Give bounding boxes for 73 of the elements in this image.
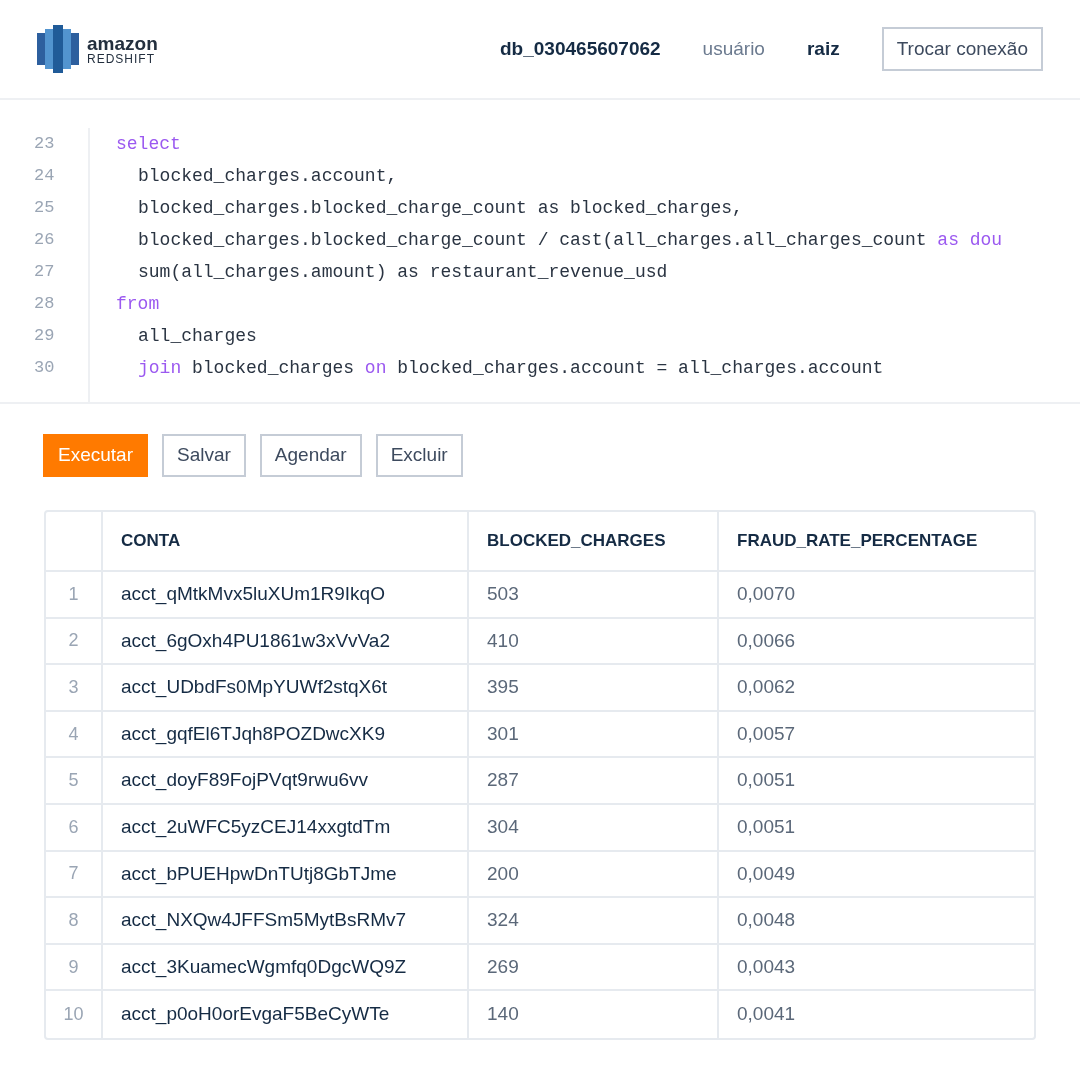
table-cell-text: 395 bbox=[487, 675, 519, 700]
table-cell-text: 324 bbox=[487, 908, 519, 933]
row-number: 10 bbox=[63, 1003, 84, 1027]
row-number: 1 bbox=[68, 582, 79, 606]
code-text: all_charges bbox=[138, 325, 257, 348]
table-cell-text: acct_2uWFC5yzCEJ14xxgtdTm bbox=[121, 815, 391, 840]
action-button[interactable]: Salvar bbox=[162, 434, 246, 477]
table-cell-text: acct_NXQw4JFFSm5MytBsRMv7 bbox=[121, 908, 407, 933]
row-number: 2 bbox=[68, 629, 79, 653]
table-cell-text: 200 bbox=[487, 861, 519, 886]
table-cell-text: 0,0041 bbox=[737, 1002, 796, 1027]
code-text: sum(all_charges.amount) as restaurant_revenue_usd bbox=[138, 261, 668, 284]
switch-connection-button[interactable]: Trocar conexão bbox=[881, 27, 1043, 71]
code-text: blocked_charges.account = all_charges.account bbox=[396, 357, 884, 380]
table-cell-text: acct_bPUEHpwDnTUtj8GbTJme bbox=[121, 861, 397, 887]
row-number: 4 bbox=[68, 722, 79, 746]
table-cell-text: 0,0057 bbox=[737, 721, 796, 746]
table-cell-text: acct_p0oH0orEvgaF5BeCyWTe bbox=[121, 1002, 390, 1027]
action-button[interactable]: Excluir bbox=[375, 434, 463, 477]
table-cell-text: 0,0048 bbox=[737, 908, 796, 933]
table-cell-text: acct_qMtkMvx5luXUm1R9IkqO bbox=[121, 582, 385, 607]
line-number: 25 bbox=[34, 197, 55, 219]
table-cell-text: 0,0062 bbox=[737, 675, 796, 700]
line-number: 27 bbox=[34, 261, 55, 283]
line-number: 23 bbox=[34, 133, 55, 155]
user-label: usuário bbox=[702, 36, 765, 61]
line-number: 29 bbox=[34, 325, 55, 347]
table-cell-text: 503 bbox=[487, 582, 519, 607]
table-cell-text: 301 bbox=[487, 721, 519, 746]
code-keyword: as dou bbox=[937, 229, 1003, 252]
table-cell-text: 304 bbox=[487, 815, 519, 839]
row-number: 6 bbox=[68, 815, 79, 839]
user-name: raiz bbox=[806, 36, 840, 61]
table-cell-text: 269 bbox=[487, 954, 519, 979]
row-number: 3 bbox=[68, 676, 79, 699]
table-cell-text: 0,0049 bbox=[737, 861, 796, 886]
line-number: 30 bbox=[34, 357, 55, 379]
column-header: FRAUD_RATE_PERCENTAGE bbox=[737, 530, 978, 553]
logo-icon bbox=[37, 25, 79, 73]
table-cell-text: 140 bbox=[487, 1002, 519, 1027]
table-cell-text: acct_doyF89FojPVqt9rwu6vv bbox=[121, 768, 369, 793]
table-cell-text: acct_6gOxh4PU1861w3xVvVa2 bbox=[121, 628, 390, 654]
code-keyword: on bbox=[364, 357, 387, 380]
action-button[interactable]: Agendar bbox=[259, 434, 362, 477]
row-number: 9 bbox=[68, 955, 79, 979]
column-header: BLOCKED_CHARGES bbox=[487, 530, 666, 553]
table-cell-text: acct_UDbdFs0MpYUWf2stqX6t bbox=[121, 675, 388, 700]
column-header: CONTA bbox=[121, 530, 181, 553]
table-cell-text: 0,0051 bbox=[737, 815, 796, 839]
table-cell-text: 0,0066 bbox=[737, 628, 796, 653]
table-cell-text: 0,0043 bbox=[737, 954, 796, 979]
code-text: blocked_charges.account, bbox=[138, 165, 398, 188]
table-cell-text: 0,0051 bbox=[737, 768, 796, 793]
logo-subtitle: REDSHIFT bbox=[87, 52, 156, 65]
row-number: 7 bbox=[68, 862, 79, 886]
code-text: blocked_charges.blocked_charge_count as blocked_charges, bbox=[138, 197, 743, 220]
table-cell-text: 287 bbox=[487, 768, 519, 793]
row-number: 5 bbox=[68, 769, 79, 793]
code-text: blocked_charges bbox=[191, 357, 356, 380]
code-keyword: join bbox=[138, 357, 182, 380]
line-number: 28 bbox=[34, 293, 55, 315]
code-keyword: select bbox=[116, 133, 181, 156]
table-cell-text: 0,0070 bbox=[737, 582, 796, 607]
code-keyword: from bbox=[116, 293, 160, 316]
table-cell-text: 410 bbox=[487, 628, 519, 653]
table-cell-text: acct_3KuamecWgmfq0DgcWQ9Z bbox=[121, 954, 407, 980]
code-text: blocked_charges.blocked_charge_count / cast(all_charges.all_charges_count bbox=[138, 229, 928, 252]
logo-wordmark: amazon bbox=[87, 33, 158, 53]
line-number: 24 bbox=[34, 165, 55, 187]
table-cell-text: acct_gqfEl6TJqh8POZDwcXK9 bbox=[121, 721, 385, 747]
row-number: 8 bbox=[68, 908, 79, 932]
database-name: db_030465607062 bbox=[500, 36, 661, 61]
line-number: 26 bbox=[34, 229, 55, 251]
